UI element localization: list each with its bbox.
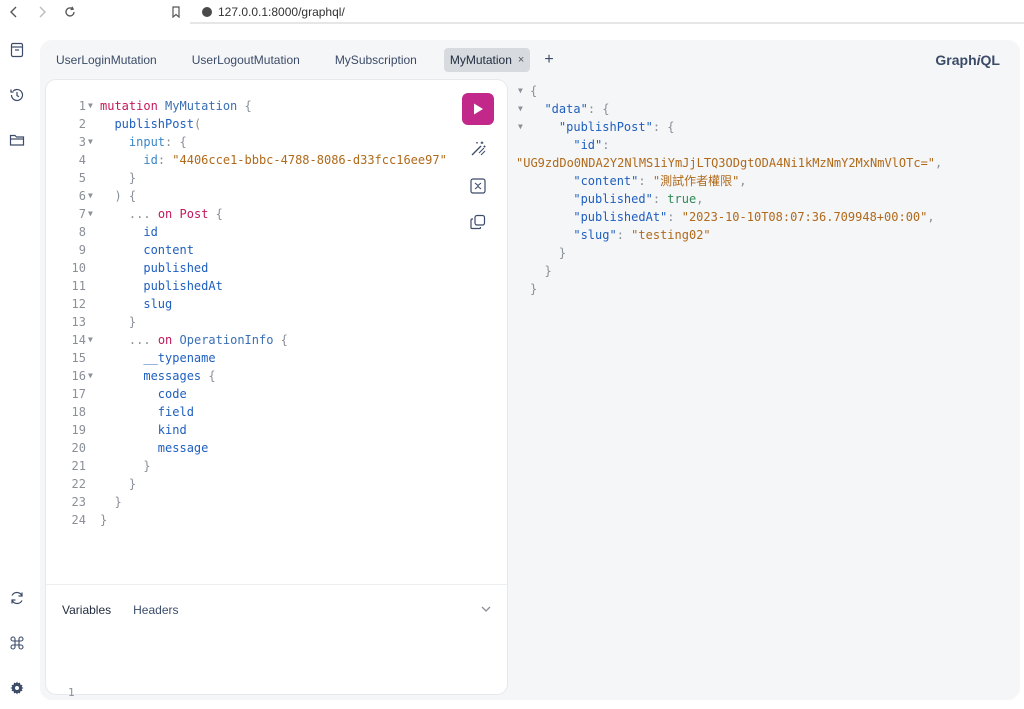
url-text: 127.0.0.1:8000/graphql/ <box>218 5 345 19</box>
code-line: 2 publishPost( <box>78 117 202 131</box>
refetch-schema-button[interactable] <box>7 588 27 608</box>
settings-button[interactable] <box>7 678 27 698</box>
result-line: "publishedAt": "2023-10-10T08:07:36.7099… <box>573 210 935 224</box>
code-line: 10 published <box>71 261 209 275</box>
code-line: 11 publishedAt <box>71 279 223 293</box>
variables-line-number: 1 <box>68 686 75 699</box>
back-button[interactable] <box>0 0 28 24</box>
site-info-icon[interactable] <box>202 7 212 17</box>
bookmark-icon <box>172 6 180 18</box>
history-icon <box>10 88 24 102</box>
back-arrow-icon <box>10 6 17 18</box>
tab-my-subscription[interactable]: MySubscription <box>327 48 425 72</box>
history-button[interactable] <box>7 85 27 105</box>
code-line: 20 message <box>71 441 209 455</box>
forward-button[interactable] <box>28 0 56 24</box>
graphiql-sidebar <box>0 30 34 709</box>
result-line: "UG9zdDo0NDA2Y2NlMS1iYmJjLTQ3ODgtODA4Ni1… <box>516 156 943 170</box>
result-line: "published": true, <box>573 192 704 206</box>
prettify-button[interactable] <box>468 139 488 159</box>
result-line: } <box>530 282 538 296</box>
execute-query-button[interactable] <box>462 93 494 125</box>
result-line: } <box>530 264 552 278</box>
query-tabs: UserLoginMutation UserLogoutMutation MyS… <box>48 48 554 72</box>
code-line: 19 kind <box>71 423 187 437</box>
merge-fragments-button[interactable] <box>468 176 488 196</box>
address-bar-underline <box>190 22 1024 24</box>
tab-user-login-mutation[interactable]: UserLoginMutation <box>48 48 165 72</box>
close-tab-icon[interactable]: × <box>518 54 524 66</box>
code-line: 12 slug <box>71 297 173 311</box>
code-line: 9 content <box>78 243 194 257</box>
code-line: 24} <box>71 513 108 527</box>
reload-icon <box>65 6 75 17</box>
result-line: ▼ "data": { <box>518 102 610 116</box>
result-line: ▼{ <box>518 84 538 98</box>
refresh-icon <box>11 591 23 605</box>
tab-my-mutation[interactable]: MyMutation × <box>443 48 531 72</box>
folder-icon <box>9 134 25 146</box>
result-line: "content": "測試作者權限", <box>573 174 747 188</box>
editor-tools-divider <box>46 584 507 585</box>
docs-button[interactable] <box>7 40 27 60</box>
gear-icon <box>10 681 24 695</box>
code-line: 1 ▼ mutation MyMutation { <box>78 99 252 113</box>
shortcuts-button[interactable] <box>7 633 27 653</box>
bookmark-button[interactable] <box>162 0 190 24</box>
code-line: 21 } <box>71 459 151 473</box>
query-editor[interactable]: 1 ▼ mutation MyMutation { 2 publishPost( 3… <box>46 80 507 699</box>
tab-label: MySubscription <box>334 53 417 67</box>
result-line: ▼ "publishPost": { <box>518 120 675 134</box>
magic-wand-icon <box>471 141 486 156</box>
tab-headers[interactable]: Headers <box>133 603 178 617</box>
tab-user-logout-mutation[interactable]: UserLogoutMutation <box>184 48 308 72</box>
merge-fragments-icon <box>470 178 486 194</box>
play-icon <box>474 103 483 115</box>
browser-toolbar: 127.0.0.1:8000/graphql/ <box>0 0 1024 24</box>
code-line: 17 code <box>71 387 187 401</box>
address-bar[interactable]: 127.0.0.1:8000/graphql/ <box>202 0 345 24</box>
result-line: "slug": "testing02" <box>573 228 711 242</box>
copy-icon <box>470 214 486 230</box>
graphiql-logo: GraphiQL <box>935 52 1000 68</box>
command-key-icon <box>10 636 24 650</box>
chevron-down-icon[interactable] <box>479 602 493 616</box>
code-line: 14 ▼ ... on OperationInfo { <box>71 333 288 347</box>
docs-icon <box>10 42 24 58</box>
graphiql-container: UserLoginMutation UserLogoutMutation MyS… <box>40 40 1020 700</box>
code-line: 3 ▼ input: { <box>78 135 187 149</box>
tab-label: UserLoginMutation <box>56 53 157 67</box>
tab-label: UserLogoutMutation <box>191 53 300 67</box>
code-line: 6 ▼ ) { <box>78 189 137 203</box>
tab-label: MyMutation <box>449 53 512 67</box>
reload-button[interactable] <box>56 0 84 24</box>
code-line: 8 id <box>78 225 158 239</box>
result-line: } <box>530 246 567 260</box>
code-line: 4 id: "4406cce1-bbbc-4788-8086-d33fcc16e… <box>78 153 447 167</box>
result-viewer: ▼{ ▼ "data": { ▼ "publishPost": { "id": … <box>516 82 1018 298</box>
explorer-button[interactable] <box>7 130 27 150</box>
code-line: 23 } <box>71 495 122 509</box>
code-line: 15 __typename <box>71 351 216 365</box>
tab-variables[interactable]: Variables <box>62 603 111 617</box>
copy-query-button[interactable] <box>468 212 488 232</box>
code-line: 22 } <box>71 477 137 491</box>
code-line: 13 } <box>71 315 137 329</box>
add-tab-button[interactable]: + <box>544 51 553 69</box>
forward-arrow-icon <box>39 6 46 18</box>
code-line: 18 field <box>71 405 194 419</box>
code-lines: 1 ▼ mutation MyMutation { 2 publishPost( 3… <box>46 97 456 529</box>
editor-tools-tabs: Variables Headers <box>62 600 179 620</box>
code-line: 16 ▼ messages { <box>71 369 216 383</box>
code-line: 7 ▼ ... on Post { <box>78 207 223 221</box>
code-line: 5 } <box>78 171 137 185</box>
result-line: "id": <box>573 138 610 152</box>
